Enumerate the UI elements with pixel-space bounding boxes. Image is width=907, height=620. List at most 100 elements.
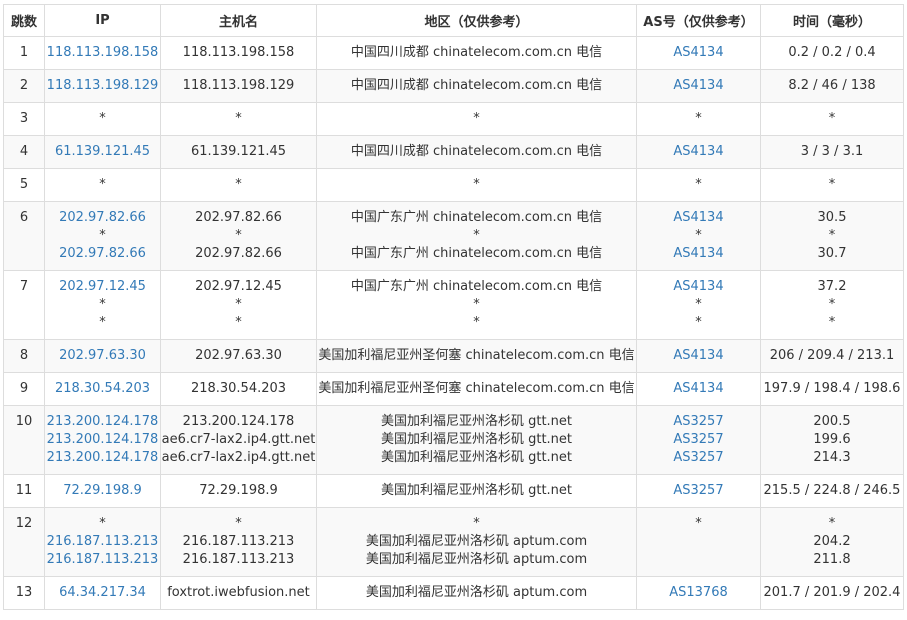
asn-cell: AS4134 (636, 339, 761, 373)
region-text: 美国加利福尼亚州圣何塞 chinatelecom.com.cn 电信 (318, 381, 635, 396)
asn-link[interactable]: AS3257 (638, 482, 760, 500)
time-text: 0.2 / 0.2 / 0.4 (788, 45, 876, 60)
time-cell: 0.2 / 0.2 / 0.4 (760, 36, 904, 70)
host-text: * (235, 228, 242, 243)
time-cell: 3 / 3 / 3.1 (760, 135, 904, 169)
asn-link[interactable]: AS13768 (638, 584, 760, 602)
region-text: * (473, 516, 480, 531)
region-cell: 美国加利福尼亚州洛杉矶 gtt.net 美国加利福尼亚州洛杉矶 gtt.net 美国… (316, 405, 637, 475)
table-row: 7 202.97.12.45 * * 202.97.12.45 * * 中国广东广州 chin… (3, 270, 904, 340)
asn-text: * (695, 228, 702, 243)
hop-cell: 10 (3, 405, 45, 475)
ip-link[interactable]: 216.187.113.213 (46, 551, 160, 569)
region-cell: 中国四川成都 chinatelecom.com.cn 电信 (316, 135, 637, 169)
region-text: 美国加利福尼亚州圣何塞 chinatelecom.com.cn 电信 (318, 348, 635, 363)
hop-cell: 1 (3, 36, 45, 70)
ip-text: * (99, 177, 106, 192)
asn-link[interactable]: AS4134 (638, 347, 760, 365)
asn-link[interactable]: AS4134 (638, 245, 760, 263)
region-text: * (473, 177, 480, 192)
asn-link[interactable]: AS4134 (638, 44, 760, 62)
ip-link[interactable]: 213.200.124.178 (46, 449, 160, 467)
asn-text (638, 533, 760, 551)
region-text: 美国加利福尼亚州洛杉矶 gtt.net (380, 432, 573, 447)
host-text: * (235, 516, 242, 531)
ip-link[interactable]: 213.200.124.178 (46, 413, 160, 431)
ip-link[interactable]: 64.34.217.34 (46, 584, 160, 602)
ip-link[interactable]: 202.97.63.30 (46, 347, 160, 365)
time-text: 204.2 (813, 534, 851, 549)
asn-link[interactable]: AS3257 (638, 431, 760, 449)
asn-link[interactable]: AS3257 (638, 449, 760, 467)
region-text: 美国加利福尼亚州洛杉矶 gtt.net (380, 450, 573, 465)
table-row: 10 213.200.124.178 213.200.124.178 213.200.… (3, 405, 904, 475)
ip-link[interactable]: 213.200.124.178 (46, 431, 160, 449)
ip-link[interactable]: 218.30.54.203 (46, 380, 160, 398)
ip-cell: 202.97.12.45 * * (44, 270, 161, 340)
ip-link[interactable]: 72.29.198.9 (46, 482, 160, 500)
asn-link[interactable]: AS4134 (638, 143, 760, 161)
table-row: 12 * 216.187.113.213 216.187.113.213 * 216.18… (3, 507, 904, 577)
ip-link[interactable]: 202.97.82.66 (46, 209, 160, 227)
hostname-cell: 202.97.82.66 * 202.97.82.66 (160, 201, 317, 271)
region-cell: 中国广东广州 chinatelecom.com.cn 电信 * * (316, 270, 637, 340)
time-text: 214.3 (813, 450, 851, 465)
host-text: 72.29.198.9 (199, 483, 278, 498)
asn-text: * (695, 297, 702, 312)
ip-cell: * (44, 102, 161, 136)
ip-text: * (99, 297, 106, 312)
region-text: 中国广东广州 chinatelecom.com.cn 电信 (350, 246, 603, 261)
ip-cell: * 216.187.113.213 216.187.113.213 (44, 507, 161, 577)
asn-link[interactable]: AS4134 (638, 380, 760, 398)
time-text: 211.8 (813, 552, 851, 567)
asn-link[interactable]: AS4134 (638, 77, 760, 95)
table-row: 9 218.30.54.203 218.30.54.203 美国加利福尼亚州圣何塞 c… (3, 372, 904, 406)
time-cell: 201.7 / 201.9 / 202.4 (760, 576, 904, 610)
time-text: * (828, 297, 836, 312)
region-text: * (473, 111, 480, 126)
region-text: * (473, 228, 480, 243)
ip-text: * (99, 315, 106, 330)
table-body: 1 118.113.198.158 118.113.198.158 中国四川成都 ch… (3, 36, 904, 610)
ip-cell: 72.29.198.9 (44, 474, 161, 508)
asn-link[interactable]: AS3257 (638, 413, 760, 431)
hop-number: 10 (15, 414, 33, 429)
host-text: ae6.cr7-lax2.ip4.gtt.net (161, 450, 316, 465)
hop-number: 2 (19, 78, 29, 93)
hop-cell: 5 (3, 168, 45, 202)
time-text: * (828, 315, 836, 330)
ip-link[interactable]: 202.97.12.45 (46, 278, 160, 296)
ip-cell: 118.113.198.158 (44, 36, 161, 70)
ip-link[interactable]: 216.187.113.213 (46, 533, 160, 551)
time-text: 200.5 (813, 414, 851, 429)
time-text: 30.7 (817, 246, 847, 261)
host-text: 218.30.54.203 (190, 381, 287, 396)
host-text: 202.97.63.30 (195, 348, 282, 363)
ip-link[interactable]: 61.139.121.45 (46, 143, 160, 161)
time-text: * (828, 228, 836, 243)
asn-cell: AS4134 * * (636, 270, 761, 340)
asn-cell: AS4134 * AS4134 (636, 201, 761, 271)
hostname-cell: 202.97.63.30 (160, 339, 317, 373)
hop-cell: 8 (3, 339, 45, 373)
time-cell: 206 / 209.4 / 213.1 (760, 339, 904, 373)
hop-number: 9 (19, 381, 29, 396)
time-cell: 37.2 * * (760, 270, 904, 340)
asn-text: * (695, 177, 702, 192)
region-cell: 美国加利福尼亚州洛杉矶 aptum.com (316, 576, 637, 610)
ip-text: * (99, 516, 106, 531)
region-text: 中国四川成都 chinatelecom.com.cn 电信 (350, 45, 603, 60)
ip-cell: 213.200.124.178 213.200.124.178 213.200.12… (44, 405, 161, 475)
ip-link[interactable]: 118.113.198.129 (46, 77, 160, 95)
asn-link[interactable]: AS4134 (638, 278, 760, 296)
ip-link[interactable]: 202.97.82.66 (46, 245, 160, 263)
host-text: 202.97.12.45 (195, 279, 282, 294)
hop-number: 13 (15, 585, 33, 600)
header-hop: 跳数 (3, 4, 45, 37)
hop-cell: 4 (3, 135, 45, 169)
ip-link[interactable]: 118.113.198.158 (46, 44, 160, 62)
host-text: 216.187.113.213 (182, 534, 295, 549)
hop-cell: 6 (3, 201, 45, 271)
asn-link[interactable]: AS4134 (638, 209, 760, 227)
hop-number: 7 (19, 279, 29, 294)
